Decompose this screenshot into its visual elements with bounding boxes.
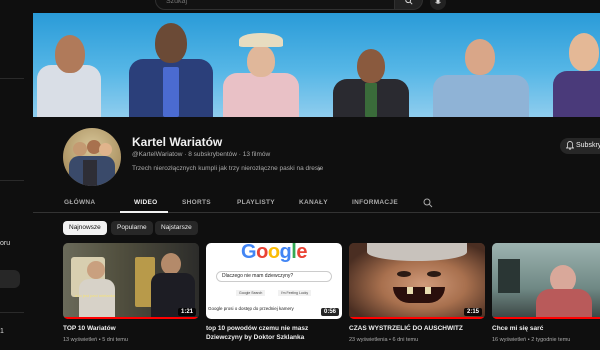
tab-about[interactable]: INFORMACJE: [352, 199, 398, 206]
video-duration: 0:56: [320, 308, 339, 316]
search-input[interactable]: [166, 0, 366, 5]
search-box[interactable]: [155, 0, 395, 10]
tab-channels[interactable]: KANAŁY: [299, 199, 328, 206]
sidebar: oru 1: [0, 0, 32, 350]
sidebar-divider: [0, 180, 24, 181]
search-button[interactable]: [395, 0, 423, 10]
video-meta: 16 wyświetleń • 2 tygodnie temu: [492, 337, 571, 343]
banner-person: [553, 29, 600, 117]
chip-oldest[interactable]: Najstarsze: [155, 221, 198, 235]
tab-playlists[interactable]: PLAYLISTY: [237, 199, 275, 206]
video-title[interactable]: top 10 powodów czemu nie masz Dziewczyny…: [206, 324, 342, 342]
channel-banner: [33, 13, 600, 117]
search-icon: [404, 0, 413, 5]
channel-meta: @KartelWariatow · 8 subskrybentów · 13 f…: [132, 151, 271, 158]
thumbnail-button: Google Search: [236, 290, 266, 296]
sidebar-item-label[interactable]: oru: [0, 240, 10, 247]
video-thumbnail[interactable]: Google Dlaczego nie mam dziewczyny? Goog…: [206, 243, 342, 319]
watch-progress-bar: [63, 317, 199, 319]
video-meta: 13 wyświetleń • 5 dni temu: [63, 337, 128, 343]
video-thumbnail[interactable]: 2:15: [349, 243, 485, 319]
thumbnail-caption: Google prosi o dostęp do przedniej kamer…: [208, 306, 294, 311]
banner-person: [37, 27, 101, 117]
video-thumbnail[interactable]: [492, 243, 600, 319]
thumbnail-button: I'm Feeling Lucky: [278, 290, 312, 296]
channel-tabs: GŁÓWNA WIDEO SHORTS PLAYLISTY KANAŁY INF…: [33, 193, 600, 213]
banner-person: [129, 17, 213, 117]
video-title[interactable]: Chce mi się sarć: [492, 324, 600, 333]
active-tab-indicator: [120, 211, 168, 213]
chevron-right-icon[interactable]: ›: [318, 164, 321, 173]
channel-avatar[interactable]: [63, 128, 121, 186]
banner-person: [433, 35, 529, 117]
thumbnail-caption: a to jest pani mietanka: [75, 293, 116, 298]
chip-newest[interactable]: Najnowsze: [63, 221, 107, 235]
watch-progress-bar: [349, 317, 485, 319]
tab-shorts[interactable]: SHORTS: [182, 199, 211, 206]
channel-description[interactable]: Trzech nierozłącznych kumpli jak trzy ni…: [132, 165, 323, 172]
banner-person: [333, 47, 409, 117]
google-logo: Google: [241, 243, 307, 263]
video-thumbnail[interactable]: a to jest pani mietanka 1:21: [63, 243, 199, 319]
sidebar-divider: [0, 78, 24, 79]
search-icon[interactable]: [423, 198, 433, 208]
video-meta: 23 wyświetlenia • 6 dni temu: [349, 337, 419, 343]
bell-icon: [566, 141, 574, 150]
sidebar-item-label[interactable]: 1: [0, 328, 4, 335]
tab-videos[interactable]: WIDEO: [134, 199, 158, 206]
banner-person: [223, 33, 299, 117]
mic-button[interactable]: [430, 0, 446, 10]
top-bar: [0, 0, 600, 12]
microphone-icon: [435, 0, 441, 4]
sidebar-divider: [0, 312, 24, 313]
video-title[interactable]: CZAS WYSTRZELIĆ DO AUSCHWITZ: [349, 324, 485, 333]
chip-popular[interactable]: Popularne: [111, 221, 153, 235]
video-title[interactable]: TOP 10 Wariatów: [63, 324, 199, 333]
thumbnail-search-text: Dlaczego nie mam dziewczyny?: [216, 271, 332, 282]
sidebar-item-active[interactable]: [0, 270, 20, 288]
channel-name: Kartel Wariatów: [132, 135, 223, 149]
video-duration: 2:15: [463, 308, 482, 316]
tab-home[interactable]: GŁÓWNA: [64, 199, 95, 206]
video-duration: 1:21: [177, 308, 196, 316]
watch-progress-bar: [492, 317, 600, 319]
